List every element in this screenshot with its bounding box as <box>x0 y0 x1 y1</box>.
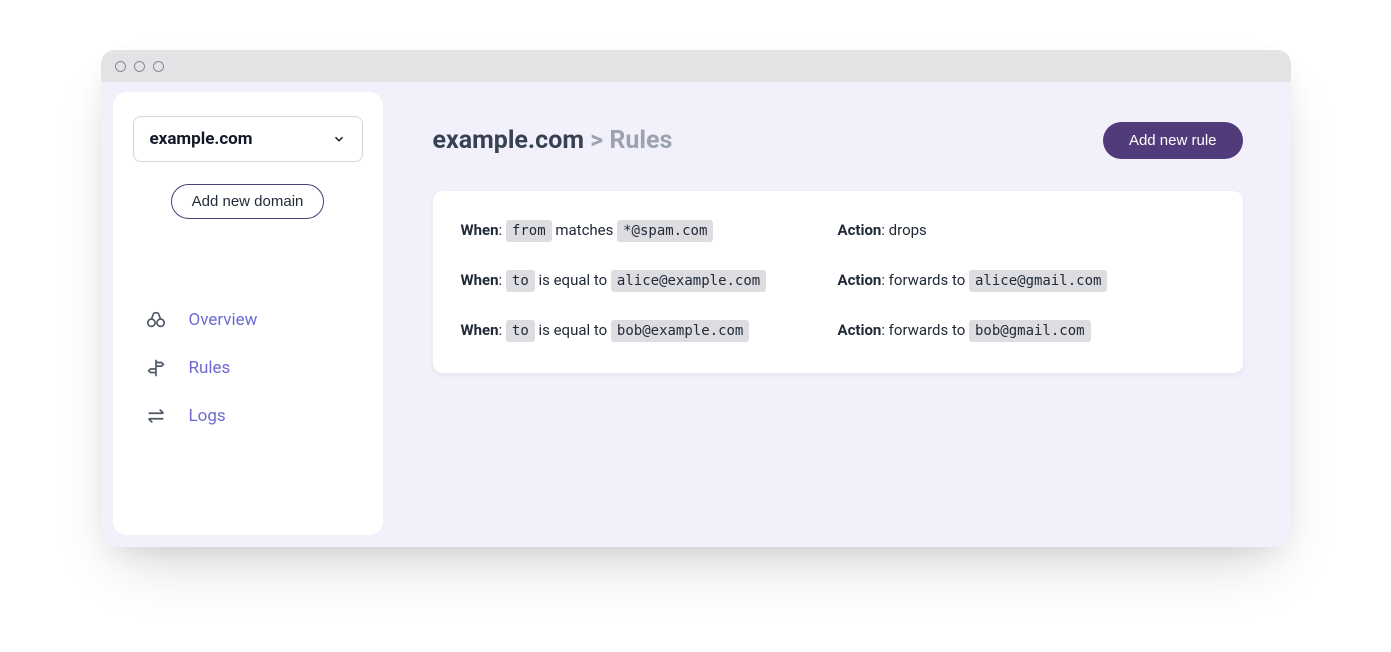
sidebar-item-label: Rules <box>189 358 231 378</box>
breadcrumb-sep: > <box>584 126 609 155</box>
when-label: When <box>461 221 499 239</box>
rule-condition: When: from matches *@spam.com <box>461 221 838 239</box>
window-titlebar <box>101 50 1291 82</box>
breadcrumb-page: Rules <box>609 126 672 155</box>
rule-row[interactable]: When: to is equal to bob@example.com Act… <box>461 313 1215 363</box>
rule-action-text: : drops <box>881 221 926 239</box>
rule-value-code: alice@example.com <box>611 270 766 292</box>
window-maximize-icon[interactable] <box>153 61 164 72</box>
rule-target-code: bob@gmail.com <box>969 320 1091 342</box>
rule-action-text: : forwards to <box>881 321 969 339</box>
domain-selector-label: example.com <box>150 129 253 149</box>
sidebar-item-label: Overview <box>189 310 258 330</box>
rule-value-code: *@spam.com <box>617 220 713 242</box>
arrows-swap-icon <box>145 405 167 427</box>
rule-field-code: to <box>506 270 535 292</box>
sidebar-item-label: Logs <box>189 406 226 426</box>
chevron-down-icon <box>332 132 346 146</box>
sidebar-item-overview[interactable]: Overview <box>145 309 363 331</box>
add-domain-button[interactable]: Add new domain <box>171 184 325 219</box>
sidebar: example.com Add new domain Overview <box>113 92 383 535</box>
add-rule-button[interactable]: Add new rule <box>1103 122 1243 159</box>
window-minimize-icon[interactable] <box>134 61 145 72</box>
when-label: When <box>461 271 499 289</box>
add-rule-label: Add new rule <box>1129 132 1217 149</box>
rule-value-code: bob@example.com <box>611 320 749 342</box>
when-label: When <box>461 321 499 339</box>
rule-row[interactable]: When: to is equal to alice@example.com A… <box>461 263 1215 313</box>
rules-card: When: from matches *@spam.com Action: dr… <box>433 191 1243 373</box>
breadcrumb-domain: example.com <box>433 126 584 155</box>
action-label: Action <box>838 271 882 289</box>
rule-op: is equal to <box>535 321 611 339</box>
action-label: Action <box>838 321 882 339</box>
rule-op: is equal to <box>535 271 611 289</box>
action-label: Action <box>838 221 882 239</box>
rule-action: Action: forwards to alice@gmail.com <box>838 271 1215 289</box>
rule-op: matches <box>552 221 617 239</box>
binoculars-icon <box>145 309 167 331</box>
rule-row[interactable]: When: from matches *@spam.com Action: dr… <box>461 213 1215 263</box>
sidebar-item-rules[interactable]: Rules <box>145 357 363 379</box>
sidebar-item-logs[interactable]: Logs <box>145 405 363 427</box>
rule-condition: When: to is equal to alice@example.com <box>461 271 838 289</box>
rule-field-code: to <box>506 320 535 342</box>
window-close-icon[interactable] <box>115 61 126 72</box>
sidebar-nav: Overview Rules Logs <box>133 309 363 427</box>
rule-action: Action: drops <box>838 221 1215 239</box>
rule-condition: When: to is equal to bob@example.com <box>461 321 838 339</box>
page-header: example.com > Rules Add new rule <box>433 122 1243 159</box>
main-content: example.com > Rules Add new rule When: f… <box>433 92 1291 535</box>
rule-action: Action: forwards to bob@gmail.com <box>838 321 1215 339</box>
domain-selector[interactable]: example.com <box>133 116 363 162</box>
app-body: example.com Add new domain Overview <box>101 82 1291 547</box>
rule-action-text: : forwards to <box>881 271 969 289</box>
breadcrumb: example.com > Rules <box>433 126 673 155</box>
add-domain-label: Add new domain <box>192 193 304 210</box>
app-window: example.com Add new domain Overview <box>101 50 1291 547</box>
rule-target-code: alice@gmail.com <box>969 270 1107 292</box>
rule-field-code: from <box>506 220 552 242</box>
signpost-icon <box>145 357 167 379</box>
